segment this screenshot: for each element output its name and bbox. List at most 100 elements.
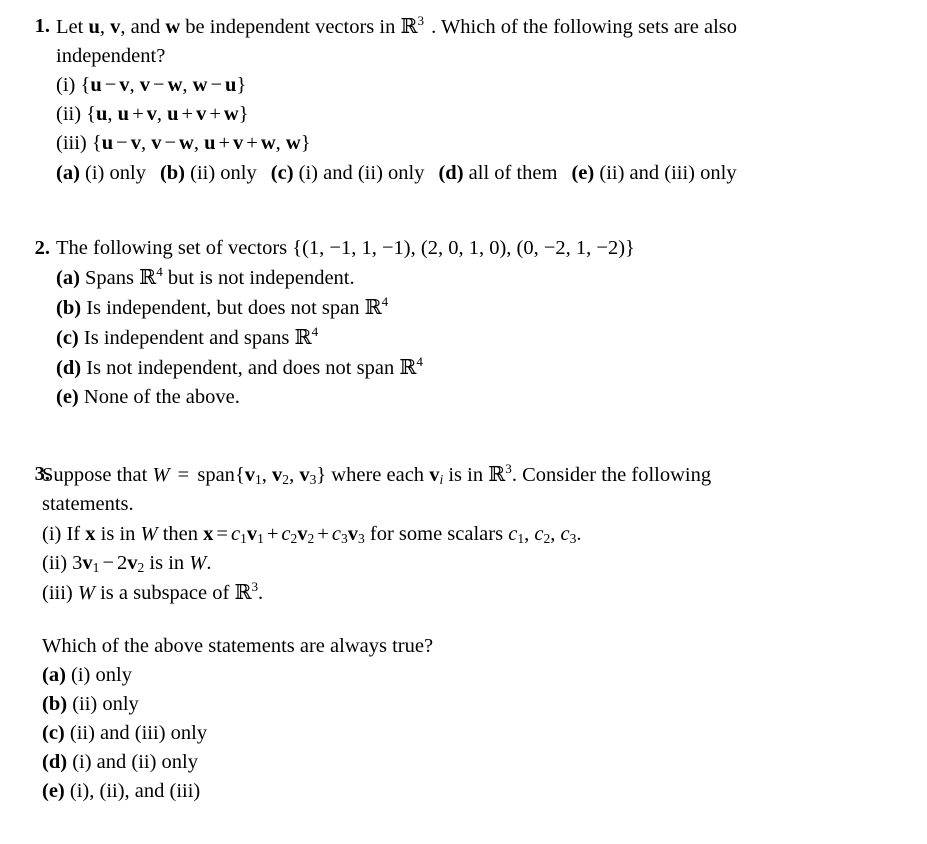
statement-label: (i)	[42, 522, 62, 545]
option-c-letter[interactable]: (c)	[271, 162, 294, 184]
statement-label: (iii)	[42, 581, 73, 604]
vector-u: u	[88, 16, 100, 38]
statement-label: (ii)	[42, 551, 68, 574]
statement-set: {u, u + v, u + v + w}	[86, 103, 249, 126]
option-e-letter[interactable]: (e)	[56, 386, 79, 408]
problem-3-option-a[interactable]: (a) (i) only	[42, 661, 927, 690]
problem-1-body: Let u, v, and w be independent vectors i…	[56, 12, 927, 188]
option-b-letter[interactable]: (b)	[56, 297, 81, 319]
option-b-text[interactable]: Is independent, but does not span	[86, 297, 364, 319]
option-e-text[interactable]: None of the above.	[84, 386, 240, 408]
stem-comma: ,	[99, 16, 111, 38]
problem-2-option-a[interactable]: (a) Spans ℝ4 but is not independent.	[56, 263, 927, 293]
subspace-W: W	[189, 551, 207, 574]
option-b-letter[interactable]: (b)	[42, 693, 67, 715]
problem-1-options-row: (a) (i) only (b) (ii) only (c) (i) and (ii…	[56, 159, 927, 188]
subspace-W: W	[152, 464, 170, 487]
statement-label: (ii)	[56, 103, 82, 126]
stem-text-2: be independent vectors in	[180, 16, 401, 38]
problem-1-stem-line-1: Let u, v, and w be independent vectors i…	[56, 12, 927, 42]
option-c-text[interactable]: Is independent and spans	[84, 327, 295, 349]
problem-3-body: Suppose that W = span{v1, v2, v3} where …	[42, 460, 927, 806]
problem-2-option-d[interactable]: (d) Is not independent, and does not spa…	[56, 353, 927, 383]
problem-2-option-b[interactable]: (b) Is independent, but does not span ℝ4	[56, 293, 927, 323]
statement-set: {u − v, v − w, u + v + w, w}	[91, 132, 311, 155]
vector-v-i: v	[429, 464, 440, 487]
problem-1-stem-line-2: independent?	[56, 45, 166, 68]
option-e-letter[interactable]: (e)	[42, 780, 65, 802]
option-b-letter[interactable]: (b)	[160, 162, 185, 184]
blackboard-R-icon: ℝ	[294, 324, 312, 349]
blackboard-R-icon: ℝ	[400, 14, 418, 38]
problem-3-option-b[interactable]: (b) (ii) only	[42, 690, 927, 719]
stem-text: The following set of vectors	[56, 236, 293, 259]
statement-set: {u − v, v − w, w − u}	[80, 74, 247, 97]
blackboard-R-icon: ℝ	[234, 579, 252, 604]
vector-v: v	[110, 16, 121, 38]
blackboard-R-icon: ℝ	[399, 355, 417, 380]
problem-3-statement-i: (i) If x is in W then x = c1v1 + c2v2 + c3v3 f…	[42, 522, 582, 546]
option-d-letter[interactable]: (d)	[438, 162, 463, 184]
problem-3-option-e[interactable]: (e) (i), (ii), and (iii)	[42, 777, 927, 806]
option-d-text[interactable]: Is not independent, and does not span	[86, 357, 399, 379]
option-a-letter[interactable]: (a)	[42, 664, 66, 686]
problem-1-statement-iii: (iii) {u − v, v − w, u + v + w, w}	[56, 129, 927, 158]
blackboard-R-icon: ℝ	[139, 264, 157, 289]
stem-text-3: . Which of the following sets are also	[431, 16, 737, 38]
stem-suffix: . Consider the following	[511, 464, 712, 487]
problem-1: 1. Let u, v, and w be independent vector…	[0, 12, 927, 188]
statement-label: (iii)	[56, 132, 87, 155]
option-a-text[interactable]: (i) only	[71, 664, 132, 686]
vector-w: w	[165, 16, 181, 38]
option-c-text[interactable]: (ii) and (iii) only	[70, 722, 207, 744]
problem-3-question-line: Which of the above statements are always…	[42, 634, 434, 657]
problem-1-number: 1.	[34, 15, 50, 37]
option-d-letter[interactable]: (d)	[42, 751, 67, 773]
span-operator: span	[197, 464, 235, 487]
option-e-text[interactable]: (ii) and (iii) only	[599, 162, 736, 184]
exponent-4: 4	[311, 324, 319, 340]
problem-2-number: 2.	[34, 236, 50, 259]
exponent-4: 4	[416, 354, 423, 370]
option-e-text[interactable]: (i), (ii), and (iii)	[70, 780, 200, 802]
problem-set-page: 1. Let u, v, and w be independent vector…	[0, 12, 927, 844]
problem-3: 3. Suppose that W = span{v1, v2, v3} whe…	[0, 460, 927, 806]
option-d-letter[interactable]: (d)	[56, 357, 81, 379]
problem-2-option-c[interactable]: (c) Is independent and spans ℝ4	[56, 323, 927, 353]
option-a-letter[interactable]: (a)	[56, 162, 80, 184]
vector-x: x	[203, 522, 214, 545]
option-a-text[interactable]: (i) only	[85, 162, 146, 184]
problem-3-option-c[interactable]: (c) (ii) and (iii) only	[42, 719, 927, 748]
option-a-text-after[interactable]: but is not independent.	[163, 267, 355, 289]
stem-comma-and: , and	[120, 16, 166, 38]
subspace-W: W	[140, 522, 158, 545]
exponent-3: 3	[417, 13, 425, 29]
option-d-text[interactable]: (i) and (ii) only	[72, 751, 198, 773]
problem-3-option-d[interactable]: (d) (i) and (ii) only	[42, 748, 927, 777]
option-c-text[interactable]: (i) and (ii) only	[299, 162, 425, 184]
problem-2-option-e[interactable]: (e) None of the above.	[56, 383, 927, 412]
vector-x: x	[85, 522, 96, 545]
problem-1-statement-ii: (ii) {u, u + v, u + v + w}	[56, 100, 927, 129]
problem-3-statement-iii: (iii) W is a subspace of ℝ3.	[42, 578, 264, 604]
problem-3-stem-line-2: statements.	[42, 493, 134, 516]
option-b-text[interactable]: (ii) only	[190, 162, 257, 184]
option-d-text[interactable]: all of them	[469, 162, 558, 184]
option-a-text[interactable]: Spans	[85, 267, 139, 289]
option-b-text[interactable]: (ii) only	[72, 693, 139, 715]
option-c-letter[interactable]: (c)	[42, 722, 65, 744]
stem-mid: where each	[326, 464, 430, 487]
option-a-letter[interactable]: (a)	[56, 267, 80, 289]
exponent-3: 3	[251, 578, 259, 594]
stem-prefix: Suppose that	[42, 464, 153, 487]
problem-3-statement-ii: (ii) 3v1−2v2 is in W.	[42, 551, 212, 575]
exponent-4: 4	[381, 294, 389, 310]
stem-text: Let	[56, 16, 89, 38]
span-generating-set: {v1, v2, v3}	[234, 464, 327, 488]
problem-2-body: The following set of vectors {(1, −1, 1,…	[56, 234, 927, 413]
option-e-letter[interactable]: (e)	[571, 162, 594, 184]
blackboard-R-icon: ℝ	[364, 294, 382, 319]
equals-sign: =	[172, 464, 195, 487]
option-c-letter[interactable]: (c)	[56, 327, 79, 349]
